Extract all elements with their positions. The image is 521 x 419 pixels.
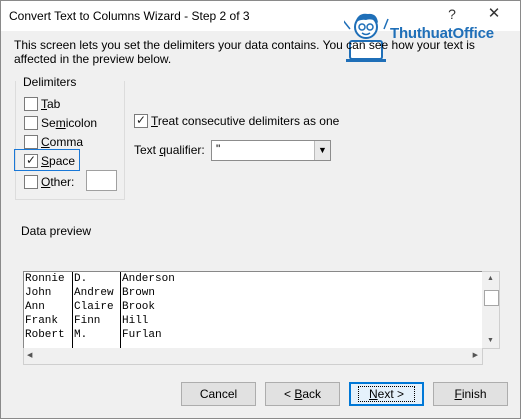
- preview-cell: Ann: [25, 301, 45, 313]
- preview-cell: M.: [74, 329, 88, 341]
- column-break-line: [120, 272, 121, 348]
- preview-cell: Robert: [25, 329, 65, 341]
- comma-label: Comma: [41, 135, 84, 149]
- preview-cell: D.: [74, 273, 88, 285]
- column-break-line: [72, 272, 73, 348]
- scroll-thumb[interactable]: [484, 290, 499, 306]
- preview-column-2: D. Andrew Claire Finn M.: [74, 272, 114, 342]
- other-label: Other:: [41, 175, 75, 189]
- instructions-text: This screen lets you set the delimiters …: [14, 38, 475, 66]
- text-qualifier-value: ": [216, 142, 221, 156]
- other-checkbox[interactable]: [24, 175, 38, 189]
- next-button-focus: Next >: [357, 386, 416, 402]
- consecutive-delimiters-checkbox[interactable]: ✓: [134, 113, 148, 128]
- checkmark-icon: ✓: [26, 153, 37, 167]
- other-delimiter-input[interactable]: [86, 170, 117, 191]
- checkmark-icon: ✓: [136, 113, 147, 127]
- data-preview-label: Data preview: [21, 224, 92, 238]
- chevron-down-icon[interactable]: ▼: [314, 141, 330, 160]
- preview-cell: Hill: [122, 315, 149, 327]
- comma-checkbox[interactable]: [24, 135, 38, 149]
- preview-cell: Furlan: [122, 329, 162, 341]
- preview-cell: Brown: [122, 287, 156, 299]
- preview-vertical-scrollbar[interactable]: ▲ ▼: [482, 271, 500, 349]
- text-qualifier-label: Text qualifier:: [134, 143, 205, 157]
- preview-cell: Claire: [74, 301, 114, 313]
- preview-column-3: Anderson Brown Brook Hill Furlan: [122, 272, 175, 342]
- text-to-columns-dialog: Convert Text to Columns Wizard - Step 2 …: [0, 0, 521, 419]
- preview-cell: Andrew: [74, 287, 114, 299]
- space-checkbox[interactable]: ✓: [24, 153, 38, 168]
- back-button[interactable]: < Back: [265, 382, 340, 406]
- finish-button[interactable]: Finish: [433, 382, 508, 406]
- data-preview-grid[interactable]: Ronnie John Ann Frank Robert D. Andrew C…: [23, 271, 483, 349]
- text-qualifier-select[interactable]: " ▼: [211, 140, 331, 161]
- consecutive-delimiters-label: Treat consecutive delimiters as one: [151, 114, 340, 128]
- tab-label: Tab: [41, 97, 61, 111]
- preview-column-1: Ronnie John Ann Frank Robert: [25, 272, 65, 342]
- scroll-right-arrow-icon[interactable]: ▶: [473, 348, 478, 364]
- preview-cell: Anderson: [122, 273, 175, 285]
- semicolon-label: Semicolon: [41, 116, 98, 130]
- scroll-up-arrow-icon[interactable]: ▲: [482, 272, 499, 286]
- next-button[interactable]: Next >: [349, 382, 424, 406]
- space-label: Space: [41, 154, 76, 168]
- semicolon-checkbox[interactable]: [24, 116, 38, 130]
- preview-cell: Ronnie: [25, 273, 65, 285]
- dialog-title: Convert Text to Columns Wizard - Step 2 …: [9, 9, 250, 23]
- scroll-down-arrow-icon[interactable]: ▼: [482, 334, 499, 348]
- tab-checkbox[interactable]: [24, 97, 38, 111]
- preview-horizontal-scrollbar[interactable]: ◀ ▶: [23, 348, 483, 365]
- cancel-button[interactable]: Cancel: [181, 382, 256, 406]
- preview-cell: John: [25, 287, 52, 299]
- preview-cell: Frank: [25, 315, 59, 327]
- delimiters-group-label: Delimiters: [21, 75, 79, 89]
- scroll-left-arrow-icon[interactable]: ◀: [27, 348, 32, 364]
- preview-cell: Finn: [74, 315, 101, 327]
- preview-cell: Brook: [122, 301, 156, 313]
